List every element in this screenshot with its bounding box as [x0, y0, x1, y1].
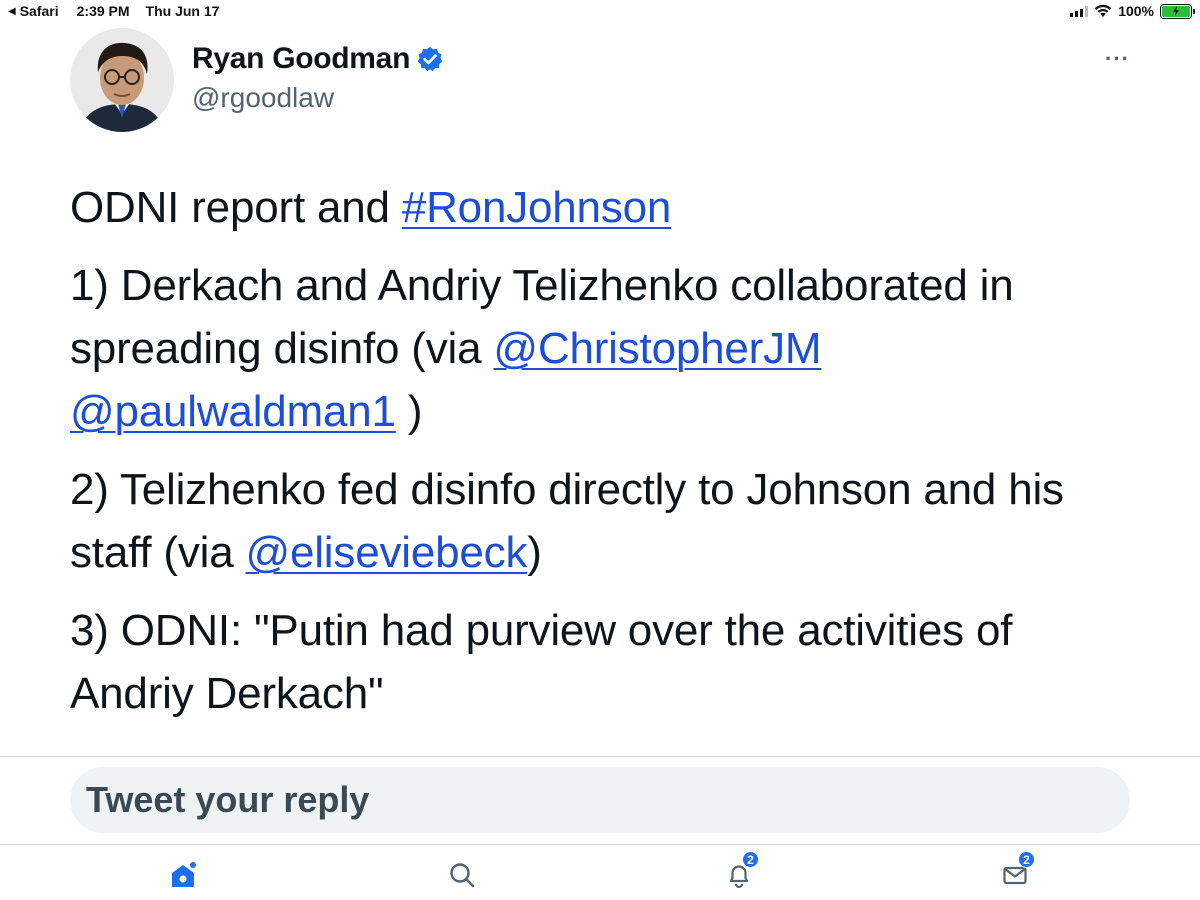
- status-left: ◀ Safari 2:39 PM Thu Jun 17: [8, 3, 219, 19]
- status-bar: ◀ Safari 2:39 PM Thu Jun 17 100%: [0, 0, 1200, 24]
- wifi-icon: [1094, 4, 1112, 17]
- reply-input[interactable]: Tweet your reply: [70, 767, 1130, 833]
- mention-link-christopherjm[interactable]: @ChristopherJM: [493, 324, 821, 373]
- notifications-badge: 2: [742, 851, 759, 868]
- tweet-point-2: 2) Telizhenko fed disinfo directly to Jo…: [70, 458, 1140, 584]
- more-options-button[interactable]: ···: [1105, 46, 1130, 72]
- display-name-row: Ryan Goodman: [192, 42, 444, 76]
- user-handle[interactable]: @rgoodlaw: [192, 82, 444, 114]
- status-date: Thu Jun 17: [145, 3, 220, 19]
- reply-divider: [0, 756, 1200, 757]
- battery-percent: 100%: [1118, 3, 1154, 19]
- status-time: 2:39 PM: [76, 3, 130, 19]
- battery-icon: [1160, 3, 1195, 19]
- tweet-point-3: 3) ODNI: "Putin had purview over the act…: [70, 606, 1013, 718]
- search-icon: [450, 863, 475, 888]
- tweet-text: ODNI report and #RonJohnson 1) Derkach a…: [70, 176, 1140, 740]
- hashtag-link[interactable]: #RonJohnson: [402, 183, 672, 232]
- status-right: 100%: [1070, 3, 1195, 19]
- author-info: Ryan Goodman @rgoodlaw: [192, 42, 444, 114]
- tab-notifications[interactable]: 2: [717, 851, 761, 897]
- tab-search[interactable]: [440, 853, 484, 897]
- point-2-end: ): [527, 528, 542, 577]
- tweet-point-1: 1) Derkach and Andriy Telizhenko collabo…: [70, 254, 1140, 443]
- reply-placeholder: Tweet your reply: [86, 779, 370, 820]
- verified-badge-icon: [417, 46, 443, 72]
- messages-badge: 2: [1018, 851, 1035, 868]
- point-1-end: ): [395, 387, 423, 436]
- mention-link-eliseviebeck[interactable]: @eliseviebeck: [246, 528, 528, 577]
- tab-messages[interactable]: 2: [993, 851, 1037, 897]
- avatar[interactable]: [70, 28, 174, 132]
- home-icon: [172, 862, 196, 887]
- tweet-intro: ODNI report and #RonJohnson: [70, 176, 1140, 239]
- intro-text: ODNI report and: [70, 183, 402, 232]
- mention-link-paulwaldman1[interactable]: @paulwaldman1: [70, 387, 396, 436]
- tab-home[interactable]: [161, 853, 205, 897]
- tab-bar: 2 2: [0, 845, 1200, 900]
- back-app-label[interactable]: Safari: [20, 3, 59, 19]
- point-2-text: 2) Telizhenko fed disinfo directly to Jo…: [70, 465, 1064, 577]
- display-name[interactable]: Ryan Goodman: [192, 42, 410, 76]
- back-arrow-icon[interactable]: ◀: [8, 6, 16, 17]
- cellular-signal-icon: [1070, 5, 1089, 17]
